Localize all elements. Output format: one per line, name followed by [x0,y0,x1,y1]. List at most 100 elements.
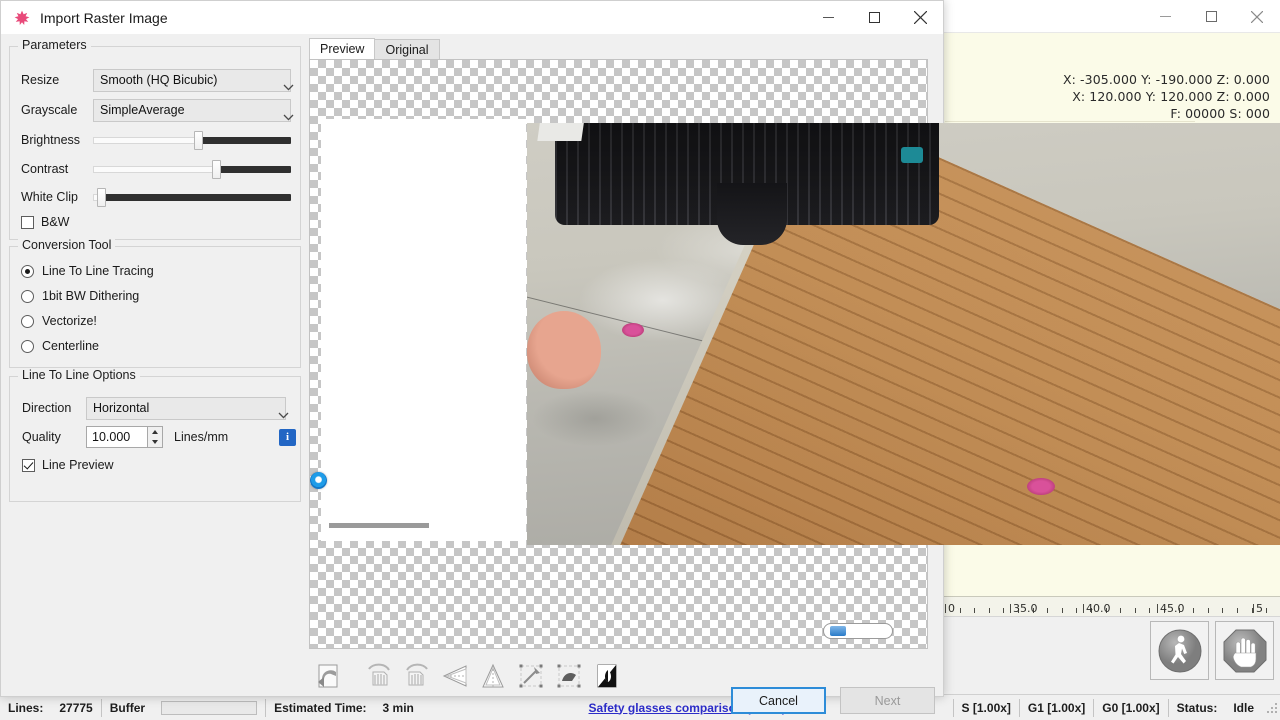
ruler-tick [1193,608,1194,613]
grayscale-label: Grayscale [21,103,78,117]
tab-original[interactable]: Original [374,39,440,60]
zoom-handle-icon[interactable] [310,472,327,489]
quality-unit-label: Lines/mm [174,430,229,444]
tab-preview[interactable]: Preview [309,38,376,60]
preview-tabs: Preview Original [309,38,440,60]
machine-status-label: Status: [1176,700,1218,715]
resize-select[interactable]: Smooth (HQ Bicubic) [93,68,294,92]
grayscale-select[interactable]: SimpleAverage [93,98,294,122]
digital-readout: X: -305.000 Y: -190.000 Z: 0.000 X: 120.… [1063,71,1270,122]
radio-line-to-line-tracing[interactable]: Line To Line Tracing [21,264,154,278]
radio-indicator [21,314,34,328]
ruler-label: 40.0 [1086,602,1111,615]
ruler-label: 45.0 [1160,602,1185,615]
spindle-override[interactable]: S [1.00x] [954,695,1019,720]
brightness-label: Brightness [21,133,81,147]
revert-icon[interactable] [309,659,347,693]
ruler-tick [1266,608,1267,613]
ruler-major-tick [1157,604,1158,613]
flip-horizontal-icon[interactable] [436,659,474,693]
info-icon[interactable]: i [279,428,296,446]
laser-head [717,183,787,245]
ruler-tick [1076,608,1077,613]
bw-checkbox[interactable]: B&W [21,215,69,229]
walking-person-icon [1158,629,1201,672]
line-preview-label: Line Preview [42,458,114,472]
conversion-tool-group: Conversion Tool Line To Line Tracing 1bi… [9,238,301,368]
invert-icon[interactable] [588,659,626,693]
rotate-right-icon[interactable] [398,659,436,693]
quality-label: Quality [22,430,61,444]
background-window-controls [1142,0,1280,33]
ruler-major-tick [945,604,946,613]
machine-status-value: Idle [1233,700,1254,715]
parameters-column: Parameters Resize Smooth (HQ Bicubic) Gr… [9,38,301,690]
ruler-tick [1135,608,1136,613]
line-preview-checkbox[interactable]: Line Preview [22,458,114,472]
dialog-title: Import Raster Image [40,9,168,26]
g1-override[interactable]: G1 [1.00x] [1020,695,1093,720]
webcam-video-overlay[interactable] [527,123,1280,545]
ruler-tick [1237,608,1238,613]
ruler-label: 0 [948,602,955,615]
quality-spin-buttons[interactable] [148,426,163,448]
teal-component [901,147,923,163]
estimated-time-label: Estimated Time: [274,700,367,715]
resize-value: Smooth (HQ Bicubic) [100,73,218,87]
auto-trim-icon[interactable] [550,659,588,693]
bg-maximize-icon[interactable] [1188,0,1234,33]
bw-label: B&W [41,215,70,229]
ruler-label: 5 [1256,602,1263,615]
lines-count-value: 27775 [59,700,93,715]
dialog-titlebar[interactable]: Import Raster Image [1,1,943,34]
spin-down-icon [152,440,158,444]
dialog-minimize-icon[interactable] [805,1,851,34]
engraved-portrait-image [321,119,526,541]
hand-stop-icon [1223,629,1266,672]
ruler-tick [1062,608,1063,613]
quality-input[interactable]: 10.000 [86,426,148,448]
direction-select[interactable]: Horizontal [86,396,289,420]
dialog-maximize-icon[interactable] [851,1,897,34]
engraved-mark [1027,478,1055,495]
dialog-close-icon[interactable] [897,1,943,34]
ruler-tick [1222,608,1223,613]
radio-label: Vectorize! [42,314,97,328]
bg-close-icon[interactable] [1234,0,1280,33]
preview-zoom-knob[interactable] [830,626,847,636]
cancel-button[interactable]: Cancel [731,687,826,714]
walk-mode-button[interactable] [1150,621,1209,680]
resize-grip-icon[interactable] [1266,700,1280,715]
direction-value: Horizontal [93,401,150,415]
ruler-tick [960,608,961,613]
ruler-tick [1047,608,1048,613]
radio-label: Centerline [42,339,99,353]
white-clip-slider[interactable] [93,187,291,207]
bw-checkbox-box [21,215,34,229]
flip-vertical-icon[interactable] [474,659,512,693]
grayscale-value: SimpleAverage [100,103,185,117]
preview-zoom-slider[interactable] [823,623,893,639]
line-to-line-options-group: Line To Line Options Direction Horizonta… [9,368,301,502]
radio-1bit-bw-dithering[interactable]: 1bit BW Dithering [21,289,139,303]
dro-machine-position: X: -305.000 Y: -190.000 Z: 0.000 [1063,72,1270,87]
brightness-slider[interactable] [93,130,291,150]
bg-minimize-icon[interactable] [1142,0,1188,33]
preview-artboard [321,119,526,541]
ruler-label: 35.0 [1013,602,1038,615]
rotate-left-icon[interactable] [360,659,398,693]
parameters-group: Parameters Resize Smooth (HQ Bicubic) Gr… [9,38,301,240]
g0-override[interactable]: G0 [1.00x] [1094,695,1167,720]
lines-count-label: Lines: [8,700,44,715]
ruler-tick [1120,608,1121,613]
ruler-tick [1208,608,1209,613]
crop-icon[interactable] [512,659,550,693]
ruler-tick [974,608,975,613]
radio-centerline[interactable]: Centerline [21,339,99,353]
ruler-tick [1149,608,1150,613]
radio-indicator [21,264,34,278]
quality-stepper[interactable]: 10.000 [86,426,163,448]
radio-vectorize[interactable]: Vectorize! [21,314,97,328]
stop-hand-button[interactable] [1215,621,1274,680]
contrast-slider[interactable] [93,159,291,179]
